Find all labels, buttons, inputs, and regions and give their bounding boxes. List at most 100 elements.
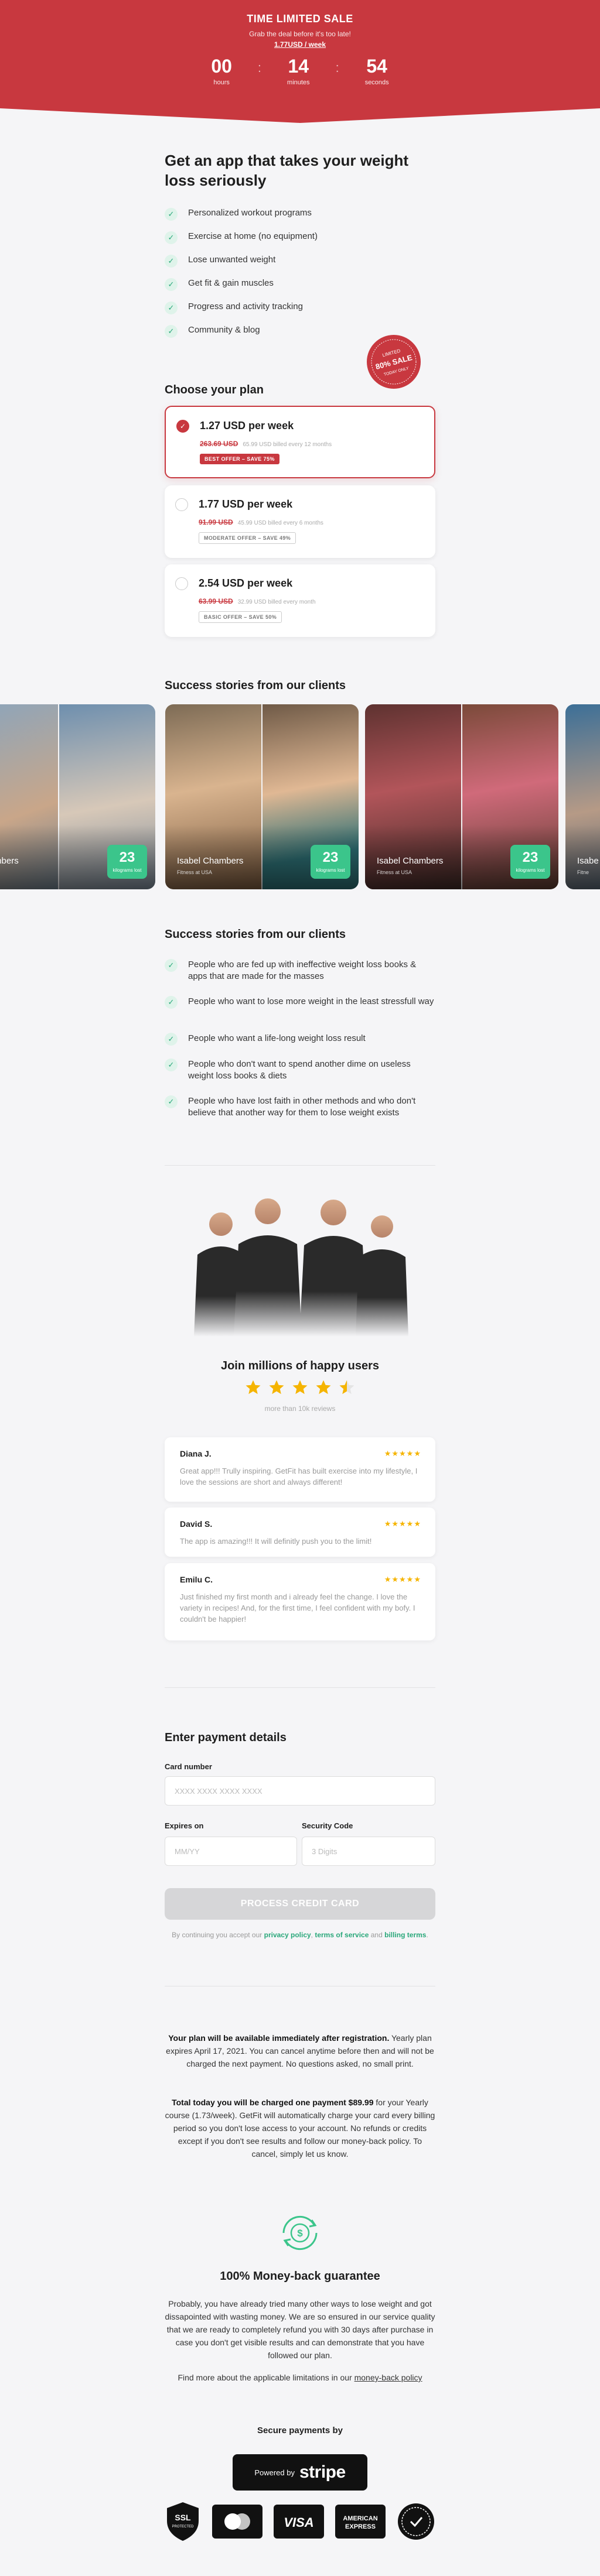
secure-heading: Secure payments by xyxy=(257,2426,343,2435)
plan-old-price: 63.99 USD xyxy=(199,597,233,605)
payment-heading: Enter payment details xyxy=(165,1731,287,1744)
story-role: Fitness at USA xyxy=(177,869,213,875)
stories-carousel[interactable]: l Chambers USA 23 kilograms lost Isabel … xyxy=(0,704,600,889)
story-card[interactable]: l Chambers USA 23 kilograms lost xyxy=(0,704,155,889)
plan-option-yearly[interactable]: ✓ 1.27 USD per week 263.69 USD 65.99 USD … xyxy=(165,406,435,478)
timer-minutes-label: minutes xyxy=(287,79,310,86)
story-stat-label: kilograms lost xyxy=(316,868,345,873)
audience-item: ✓ People who have lost faith in other met… xyxy=(165,1095,435,1132)
card-number-input[interactable] xyxy=(165,1776,435,1806)
sale-stamp-icon: LIMITED 80% SALE TODAY ONLY xyxy=(367,335,421,389)
radio-unchecked-icon[interactable] xyxy=(175,577,188,590)
dollar-refresh-icon: $ xyxy=(282,2215,318,2250)
security-code-label: Security Code xyxy=(302,1821,353,1830)
audience-text: People who have lost faith in other meth… xyxy=(188,1096,416,1118)
terms-of-service-link[interactable]: terms of service xyxy=(315,1931,369,1939)
plan-title: 1.27 USD per week xyxy=(200,420,294,431)
terms-prefix: By continuing you accept our xyxy=(172,1931,262,1939)
social-heading: Join millions of happy users xyxy=(220,1359,380,1372)
audience-text: People who don't want to spend another d… xyxy=(188,1059,411,1081)
audience-text: People who want a life-long weight loss … xyxy=(188,1033,366,1043)
story-stat-label: kilograms lost xyxy=(516,868,545,873)
plan-billing: 65.99 USD billed every 12 months xyxy=(243,441,332,448)
rating-note: more than 10k reviews xyxy=(264,1405,336,1413)
timer-seconds: 54 seconds xyxy=(365,57,389,86)
security-code-input[interactable] xyxy=(302,1837,435,1866)
review-text: Just finished my first month and i alrea… xyxy=(180,1592,415,1623)
payment-badges: SSL PROTECTED VISA AMERICAN EXPRESS xyxy=(165,2501,435,2542)
audience-list: ✓ People who are fed up with ineffective … xyxy=(165,959,435,1132)
benefit-item: ✓ Lose unwanted weight xyxy=(165,255,435,278)
guarantee-more: Find more about the applicable limitatio… xyxy=(165,2371,435,2384)
ssl-shield-icon: SSL PROTECTED xyxy=(167,2502,199,2541)
audience-heading: Success stories from our clients xyxy=(165,928,346,941)
terms-and: and xyxy=(370,1931,383,1939)
expiry-input[interactable] xyxy=(165,1837,297,1866)
timer-minutes: 14 minutes xyxy=(287,57,310,86)
charge-notice-text: Total today you will be charged one paym… xyxy=(165,2096,435,2160)
story-card[interactable]: Isabe Fitne xyxy=(565,704,600,889)
audience-item: ✓ People who want a life-long weight loss… xyxy=(165,1033,435,1059)
benefit-item: ✓ Progress and activity tracking xyxy=(165,302,435,325)
check-icon: ✓ xyxy=(165,1059,178,1071)
plans-heading: Choose your plan xyxy=(165,383,264,396)
story-stat-badge: 23 kilograms lost xyxy=(311,845,350,879)
card-number-label: Card number xyxy=(165,1762,212,1771)
benefit-item: ✓ Get fit & gain muscles xyxy=(165,278,435,302)
plan-option-monthly[interactable]: 2.54 USD per week 63.99 USD 32.99 USD bil… xyxy=(165,564,435,637)
process-card-button[interactable]: PROCESS CREDIT CARD xyxy=(165,1888,435,1920)
charge-notice-bold: Total today you will be charged one paym… xyxy=(172,2098,374,2107)
terms-period: . xyxy=(426,1931,428,1939)
plan-badge: BEST OFFER – SAVE 75% xyxy=(200,454,279,464)
stripe-logo: stripe xyxy=(299,2462,346,2482)
timer-seconds-label: seconds xyxy=(364,79,389,86)
plan-billing: 45.99 USD billed every 6 months xyxy=(237,520,323,526)
story-stat-badge: 23 kilograms lost xyxy=(510,845,550,879)
guarantee-text: Probably, you have already tried many ot… xyxy=(165,2299,435,2360)
check-icon: ✓ xyxy=(165,1095,178,1108)
section-divider xyxy=(165,1687,435,1688)
timer-hours-value: 00 xyxy=(211,56,232,77)
story-card[interactable]: Isabel Chambers Fitness at USA 23 kilogr… xyxy=(365,704,558,889)
secure-seal-icon xyxy=(398,2503,434,2540)
check-icon: ✓ xyxy=(165,255,178,268)
terms-notice: By continuing you accept our privacy pol… xyxy=(172,1931,428,1939)
rating-stars xyxy=(0,1379,600,1396)
star-icon xyxy=(269,1380,284,1395)
timer-minutes-value: 14 xyxy=(288,56,309,77)
radio-checked-icon[interactable]: ✓ xyxy=(176,420,189,433)
svg-text:AMERICAN: AMERICAN xyxy=(343,2515,377,2522)
privacy-policy-link[interactable]: privacy policy xyxy=(264,1931,311,1939)
benefit-item: ✓ Personalized workout programs xyxy=(165,208,435,231)
billing-terms-link[interactable]: billing terms xyxy=(384,1931,426,1939)
benefit-text: Get fit & gain muscles xyxy=(188,278,274,288)
radio-unchecked-icon[interactable] xyxy=(175,498,188,511)
timer-seconds-value: 54 xyxy=(366,56,387,77)
review-text: The app is amazing!!! It will definitly … xyxy=(180,1537,372,1546)
svg-text:$: $ xyxy=(297,2228,303,2239)
team-photo xyxy=(194,1198,408,1337)
story-role: Fitness at USA xyxy=(377,869,412,875)
money-back-policy-link[interactable]: money-back policy xyxy=(354,2373,422,2382)
timer-separator: : xyxy=(257,60,262,75)
stories-heading: Success stories from our clients xyxy=(165,679,346,692)
check-icon: ✓ xyxy=(165,959,178,972)
svg-text:EXPRESS: EXPRESS xyxy=(345,2523,376,2530)
story-card[interactable]: Isabel Chambers Fitness at USA 23 kilogr… xyxy=(165,704,359,889)
benefit-text: Lose unwanted weight xyxy=(188,255,276,265)
benefit-text: Exercise at home (no equipment) xyxy=(188,231,318,241)
check-icon: ✓ xyxy=(165,325,178,338)
review-stars: ★★★★★ xyxy=(384,1449,421,1458)
story-name: Isabel Chambers xyxy=(377,856,444,866)
plan-availability-bold: Your plan will be available immediately … xyxy=(168,2033,390,2043)
plan-title: 2.54 USD per week xyxy=(199,577,293,589)
powered-by-stripe-badge[interactable]: Powered by stripe xyxy=(233,2454,367,2491)
review-card: David S. ★★★★★ The app is amazing!!! It … xyxy=(165,1508,435,1557)
sale-price-link[interactable]: 1.77USD / week xyxy=(0,40,600,49)
benefit-text: Community & blog xyxy=(188,325,260,335)
guarantee-more-prefix: Find more about the applicable limitatio… xyxy=(178,2373,352,2382)
sale-banner: TIME LIMITED SALE Grab the deal before i… xyxy=(0,0,600,123)
plan-option-6months[interactable]: 1.77 USD per week 91.99 USD 45.99 USD bil… xyxy=(165,485,435,558)
visa-icon: VISA xyxy=(274,2505,324,2539)
story-stat-value: 23 xyxy=(119,849,135,865)
